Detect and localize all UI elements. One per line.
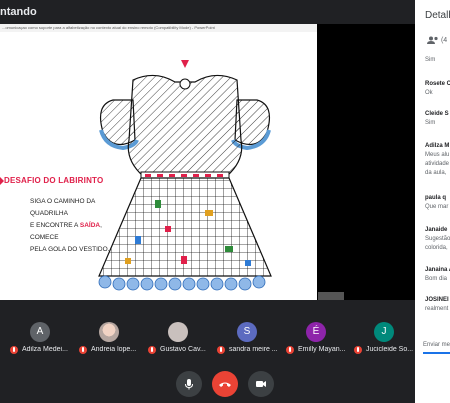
mic-off-icon xyxy=(148,346,156,354)
slide-side-panel xyxy=(319,32,415,300)
mic-off-icon xyxy=(354,346,362,354)
puzzle-title: DESAFIO DO LABIRINTO xyxy=(4,176,104,185)
mic-off-icon xyxy=(217,346,225,354)
participant-tile[interactable]: J Jucicleide So... xyxy=(348,316,415,362)
participant-name: Jucicleide So... xyxy=(366,346,414,353)
participant-tile[interactable]: A Adilza Medei... xyxy=(4,316,71,362)
participant-tile[interactable]: Gustavo Cav... xyxy=(142,316,209,362)
avatar: J xyxy=(374,322,394,342)
chat-message: paula q Que mar xyxy=(425,195,449,210)
chat-message: Cleide S Sim xyxy=(425,111,449,126)
chat-message: Sim xyxy=(425,57,436,63)
instruction-line: E ENCONTRE A SAÍDA, COMECE xyxy=(30,222,102,241)
participant-name: Adilza Medei... xyxy=(22,346,68,353)
chat-message: JOSINEI realment xyxy=(425,297,449,312)
participant-tile[interactable]: S sandra meire ... xyxy=(211,316,278,362)
avatar: É xyxy=(306,322,326,342)
phone-end-icon xyxy=(219,382,231,387)
avatar: A xyxy=(30,322,50,342)
end-call-button[interactable] xyxy=(212,371,238,397)
people-icon xyxy=(427,36,438,44)
camera-icon xyxy=(256,381,266,387)
panel-header: Detalh xyxy=(425,10,450,21)
details-panel: Detalh (4 Sim Rosete COk Cleide SSim Adi… xyxy=(415,0,450,403)
participant-name: Gustavo Cav... xyxy=(160,346,206,353)
chat-message: Adilza M Meus alu atividade da aula, xyxy=(425,143,450,176)
mic-off-icon xyxy=(286,346,294,354)
puzzle-instructions: SIGA O CAMINHO DA QUADRILHA E ENCONTRE A… xyxy=(30,196,130,256)
shared-screen: ...omunicaçao como suporte para a alfabe… xyxy=(0,24,415,300)
participant-tile[interactable]: É Émilly Mayan... xyxy=(280,316,347,362)
participant-name: sandra meire ... xyxy=(229,346,277,353)
avatar: S xyxy=(237,322,257,342)
mic-icon xyxy=(185,379,193,390)
instruction-line: SIGA O CAMINHO DA QUADRILHA xyxy=(30,198,96,217)
presenter-title: ntando xyxy=(0,6,37,18)
mic-off-icon xyxy=(10,346,18,354)
dress-maze-illustration xyxy=(98,60,272,291)
slide-window-title: ...omunicaçao como suporte para a alfabe… xyxy=(0,24,317,32)
call-controls xyxy=(0,368,415,403)
mic-toggle-button[interactable] xyxy=(176,371,202,397)
participant-strip: A Adilza Medei... Andreia lope... Gustav… xyxy=(0,316,415,364)
slide-status-strip xyxy=(318,292,344,300)
chat-message: Rosete C Ok xyxy=(425,81,450,96)
camera-toggle-button[interactable] xyxy=(248,371,274,397)
slide-canvas: DESAFIO DO LABIRINTO SIGA O CAMINHO DA Q… xyxy=(0,32,317,300)
participant-tile[interactable]: Andreia lope... xyxy=(73,316,140,362)
presenter-bar: ntando xyxy=(0,0,415,24)
chat-input[interactable]: Enviar me xyxy=(423,336,450,354)
people-count[interactable]: (4 xyxy=(427,36,447,44)
instruction-line: PELA GOLA DO VESTIDO. xyxy=(30,246,110,253)
avatar xyxy=(168,322,188,342)
chat-message: Janaide Sugestão colorida, xyxy=(425,227,450,251)
mic-off-icon xyxy=(79,346,87,354)
participant-name: Émilly Mayan... xyxy=(298,346,346,353)
chat-message: Janaina ABom dia xyxy=(425,267,450,282)
avatar xyxy=(99,322,119,342)
participant-name: Andreia lope... xyxy=(91,346,137,353)
